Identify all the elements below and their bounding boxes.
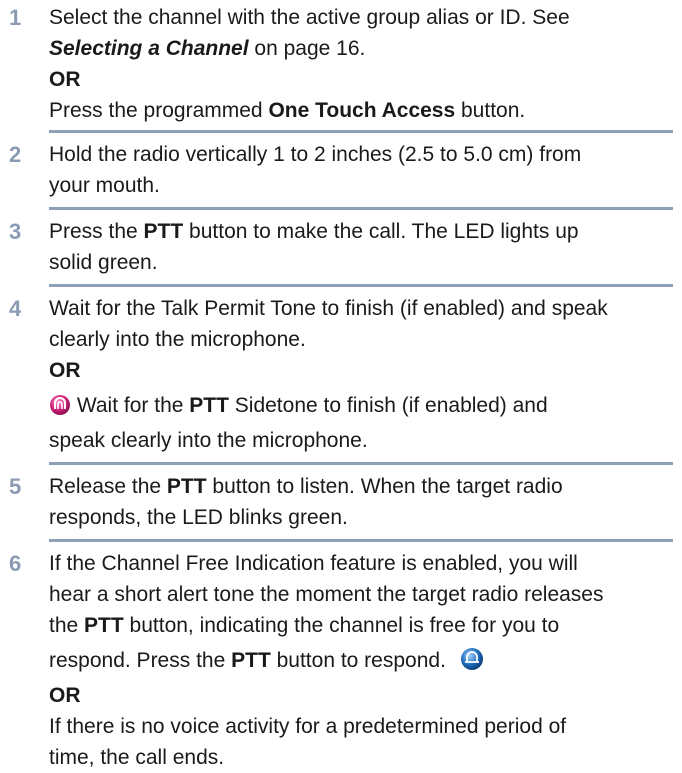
step-text-tail: button to make the call. The LED lights … [183,220,579,243]
step-text: Select the channel with the active group… [49,6,570,29]
blue-radio-indicator-icon [460,647,484,680]
step-4: 4 Wait for the Talk Permit Tone to finis… [0,293,682,456]
step-3: 3 Press the PTT button to make the call.… [0,216,682,278]
step-text-tail: button to listen. When the target radio [206,475,563,498]
cross-reference-link[interactable]: Selecting a Channel [49,37,249,60]
step-text: Release the PTT button to listen. When t… [49,471,682,502]
step-divider [49,207,673,210]
step-text: the PTT button, indicating the channel i… [49,610,682,641]
or-label: OR [49,359,81,382]
step-number: 5 [9,474,22,499]
step-number: 3 [9,219,22,244]
step-text: responds, the LED blinks green. [49,506,348,529]
step-text: Wait for the Talk Permit Tone to finish … [49,297,608,320]
step-text-pre: Wait for the [71,394,190,417]
step-1: 1 Select the channel with the active gro… [0,2,682,126]
step-text: If there is no voice activity for a pred… [49,715,567,738]
step-text: respond. Press the PTT button to respond… [49,645,682,680]
step-number: 1 [9,5,22,30]
button-name: PTT [143,220,184,243]
step-text: Wait for the PTT Sidetone to finish (if … [49,390,682,425]
button-name: PTT [166,475,207,498]
step-number: 4 [9,296,22,321]
step-text: Press the PTT button to make the call. T… [49,216,682,247]
step-text: your mouth. [49,174,160,197]
step-text-tail: button, indicating the channel is free f… [123,614,560,637]
step-text: hear a short alert tone the moment the t… [49,583,604,606]
step-text: Selecting a Channel on page 16. [49,33,682,64]
step-text-pre: Press the [49,220,144,243]
step-text: clearly into the microphone. [49,328,306,351]
button-name: PTT [189,394,229,417]
step-text: If the Channel Free Indication feature i… [49,552,578,575]
step-divider [49,130,673,133]
step-text-pre: respond. Press the [49,649,232,672]
step-divider [49,462,673,465]
step-text: speak clearly into the microphone. [49,429,368,452]
step-text-pre: the [49,614,85,637]
step-text: Press the programmed One Touch Access bu… [49,95,682,126]
step-6: 6 If the Channel Free Indication feature… [0,548,682,773]
or-label: OR [49,684,81,707]
step-divider [49,284,673,287]
step-2: 2 Hold the radio vertically 1 to 2 inche… [0,139,682,201]
step-number: 2 [9,142,22,167]
step-text: Hold the radio vertically 1 to 2 inches … [49,143,582,166]
step-text: time, the call ends. [49,746,225,769]
button-name: One Touch Access [268,99,456,122]
pink-radio-indicator-icon [49,394,71,425]
procedure-steps: 1 Select the channel with the active gro… [0,0,682,769]
step-text-pre: Press the programmed [49,99,269,122]
step-text-tail: on page 16. [248,37,366,60]
step-5: 5 Release the PTT button to listen. When… [0,471,682,533]
step-divider [49,539,673,542]
step-number: 6 [9,551,22,576]
button-name: PTT [231,649,271,672]
step-text-tail: button to respond. [270,649,446,672]
button-name: PTT [84,614,124,637]
or-label: OR [49,68,81,91]
step-text-tail: Sidetone to finish (if enabled) and [228,394,548,417]
step-text: solid green. [49,251,158,274]
step-text-pre: Release the [49,475,167,498]
step-text-tail: button. [455,99,526,122]
